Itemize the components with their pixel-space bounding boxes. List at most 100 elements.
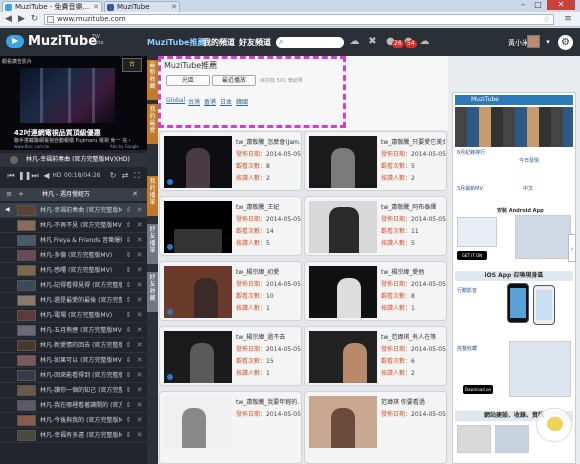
tab-friend-favorites[interactable]: 好友收藏 [147,272,158,312]
delete-icon[interactable]: ✕ [135,296,144,305]
close-tab-icon[interactable]: ✕ [171,2,177,12]
playlist-item[interactable]: 林凡-我在哪裡看著讀開的 (官方完整版MV)⇕✕ [0,398,147,413]
promo-link[interactable]: 今日發現 [519,157,539,164]
ios-link[interactable]: 完整收藏 [457,345,477,352]
delete-icon[interactable]: ✕ [135,341,144,350]
video-title[interactable]: tw_蕭敬騰_我要年輕的... [236,397,300,406]
playlist-item[interactable]: 林凡-如果可以 (官方完整版MV) ⇕ ✕ [0,353,147,368]
move-icon[interactable]: ⇕ [124,281,133,290]
ios-link[interactable]: 行動影音 [457,287,477,294]
delete-icon[interactable]: ✕ [135,266,144,275]
playlist-item[interactable]: 林凡 Freya & Friends 音樂爆炸日⇕✕ [0,233,147,248]
close-tab-icon[interactable]: ✕ [93,2,99,12]
search-input[interactable]: ⌕ [276,37,344,48]
promo-link[interactable]: 6月紀錄排行 [457,149,485,156]
playlist-item[interactable]: ◀ 林凡-幸福前奏曲 (官方完整版MV) ⇕ ✕ [0,203,147,218]
fullscreen-icon[interactable]: ⛶ [132,170,142,182]
promo-link[interactable]: 3月最新MV [457,185,483,192]
delete-icon[interactable]: ✕ [135,311,144,320]
bookmark-star-icon[interactable]: ☆ [543,15,550,24]
nav-friend-channel[interactable]: 好友頻道 [239,37,271,48]
delete-icon[interactable]: ✕ [135,206,144,215]
search-icon[interactable]: ⌕ [279,37,283,47]
app-store-badge[interactable]: Download on the App Store [463,385,493,401]
video-card[interactable]: tw_蕭敬騰_我要年輕的... 發佈日期：2014-05-05 [159,391,302,464]
playlist-close-icon[interactable]: ✕ [130,189,140,200]
video-title[interactable]: 范瑋琪 你要看過 [381,397,445,406]
video-card[interactable]: 范瑋琪 你要看過 發佈日期：2014-05-05 [304,391,447,464]
video-card[interactable]: tw_楊宗緯_愛他 發佈日期：2014-05-05 觀看次數：8 按讚人數：1 [304,261,447,321]
playlist-item[interactable]: 林凡-多傷 (官方完整版MV) ⇕ ✕ [0,248,147,263]
video-title[interactable]: tw_楊宗緯_過不去 [236,332,300,341]
move-icon[interactable]: ⇕ [124,221,133,230]
move-icon[interactable]: ⇕ [124,341,133,350]
move-icon[interactable]: ⇕ [124,431,133,440]
back-icon[interactable]: ◀ [3,14,14,25]
video-thumbnail[interactable] [164,136,232,188]
delete-icon[interactable]: ✕ [135,371,144,380]
delete-icon[interactable]: ✕ [135,401,144,410]
delete-icon[interactable]: ✕ [135,356,144,365]
video-thumbnail[interactable] [309,201,377,253]
recent-button[interactable]: 最近播放 [212,75,256,86]
move-icon[interactable]: ⇕ [124,296,133,305]
delete-icon[interactable]: ✕ [135,386,144,395]
browser-tab-2[interactable]: MuziTube ✕ [104,1,180,12]
cloud-icon[interactable]: ☁ [348,36,361,48]
video-thumbnail[interactable] [164,266,232,318]
video-card[interactable]: tw_范瑋琪_有人在等 發佈日期：2014-05-05 觀看次數：6 按讚人數：… [304,326,447,386]
move-icon[interactable]: ⇕ [124,311,133,320]
collapse-panel-icon[interactable]: › [568,234,576,262]
delete-icon[interactable]: ✕ [135,221,144,230]
avatar[interactable] [527,35,540,48]
video-title[interactable]: tw_蕭敬騰_王妃 [236,202,300,211]
tools-icon[interactable]: ✖ [366,36,379,48]
delete-icon[interactable]: ✕ [135,251,144,260]
delete-icon[interactable]: ✕ [135,326,144,335]
video-title[interactable]: tw_蕭敬騰_怎麼會(Jam... [236,137,300,146]
settings-icon[interactable]: ⚙ [558,35,573,50]
url-field[interactable]: www.muzitube.com ☆ [44,14,554,25]
minimize-icon[interactable]: – [516,0,530,10]
nav-recommended[interactable]: MuziTube推薦 [147,37,205,48]
video-thumbnail[interactable] [309,396,377,448]
repeat-icon[interactable]: ↻ [108,170,118,182]
filter-hongkong[interactable]: 香港 [204,97,216,106]
video-thumbnail[interactable] [164,201,232,253]
playlist-item[interactable]: 林凡-不再不見 (官方完整版MV) ⇕ ✕ [0,218,147,233]
playlist-item[interactable]: 林凡-電場 (官方完整版MV) ⇕ ✕ [0,308,147,323]
video-card[interactable]: tw_蕭敬騰_只要愛它美女 發佈日期：2014-05-05 觀看次數：5 按讚人… [304,131,447,191]
hd-toggle[interactable]: HD [52,170,62,182]
playlist-item[interactable]: 林凡-今後與我的 (官方完整版MV) ⇕ ✕ [0,413,147,428]
google-play-badge[interactable]: GET IT ON Google play [457,251,487,267]
playlist-menu-icon[interactable]: ≡ [4,189,14,200]
android-title[interactable]: 安裝 Android App [497,207,544,214]
playlist-item[interactable]: 林凡-感曙 (官方完整版MV) ⇕ ✕ [0,263,147,278]
playlist-item[interactable]: 林凡-幸福有多遠 (官方完整版MV) ⇕ ✕ [0,428,147,443]
hot-button[interactable]: 光區 [166,75,210,86]
tab-friend-playlists[interactable]: 好友播單 [147,224,158,264]
video-thumbnail[interactable] [164,331,232,383]
move-icon[interactable]: ⇕ [124,326,133,335]
video-card[interactable]: tw_楊宗緯_初愛 發佈日期：2014-05-05 觀看次數：10 按讚人數：1 [159,261,302,321]
move-icon[interactable]: ⇕ [124,371,133,380]
promo-link[interactable]: 中文 [523,185,533,192]
maximize-icon[interactable]: □ [531,0,545,10]
volume-icon[interactable]: ◀ [42,170,51,182]
delete-icon[interactable]: ✕ [135,236,144,245]
playlist-item[interactable]: 林凡-讀你一個的知己 (官方完整版MV)⇕✕ [0,383,147,398]
move-icon[interactable]: ⇕ [124,386,133,395]
move-icon[interactable]: ⇕ [124,356,133,365]
logo-text[interactable]: MuziTube [28,34,97,49]
playlist-item[interactable]: 林凡-新愛情的回去 (官方完整版MV)⇕✕ [0,338,147,353]
playlist-item[interactable]: 林凡-五月熊煙 (官方完整版MV) ⇕ ✕ [0,323,147,338]
username[interactable]: 黃小米 [508,38,529,48]
video-title[interactable]: tw_楊宗緯_初愛 [236,267,300,276]
nav-my-channel[interactable]: 我的頻道 [203,37,235,48]
tab-my-playlists[interactable]: 我的播單 [147,176,158,216]
move-icon[interactable]: ⇕ [124,401,133,410]
playlist-item[interactable]: 林凡-回來能看得到 (官方完整版MV)⇕✕ [0,368,147,383]
tab-latest-favorites[interactable]: 最新收藏 [147,60,158,100]
previous-icon[interactable]: ⏮ [6,170,16,182]
video-thumbnail[interactable] [309,136,377,188]
